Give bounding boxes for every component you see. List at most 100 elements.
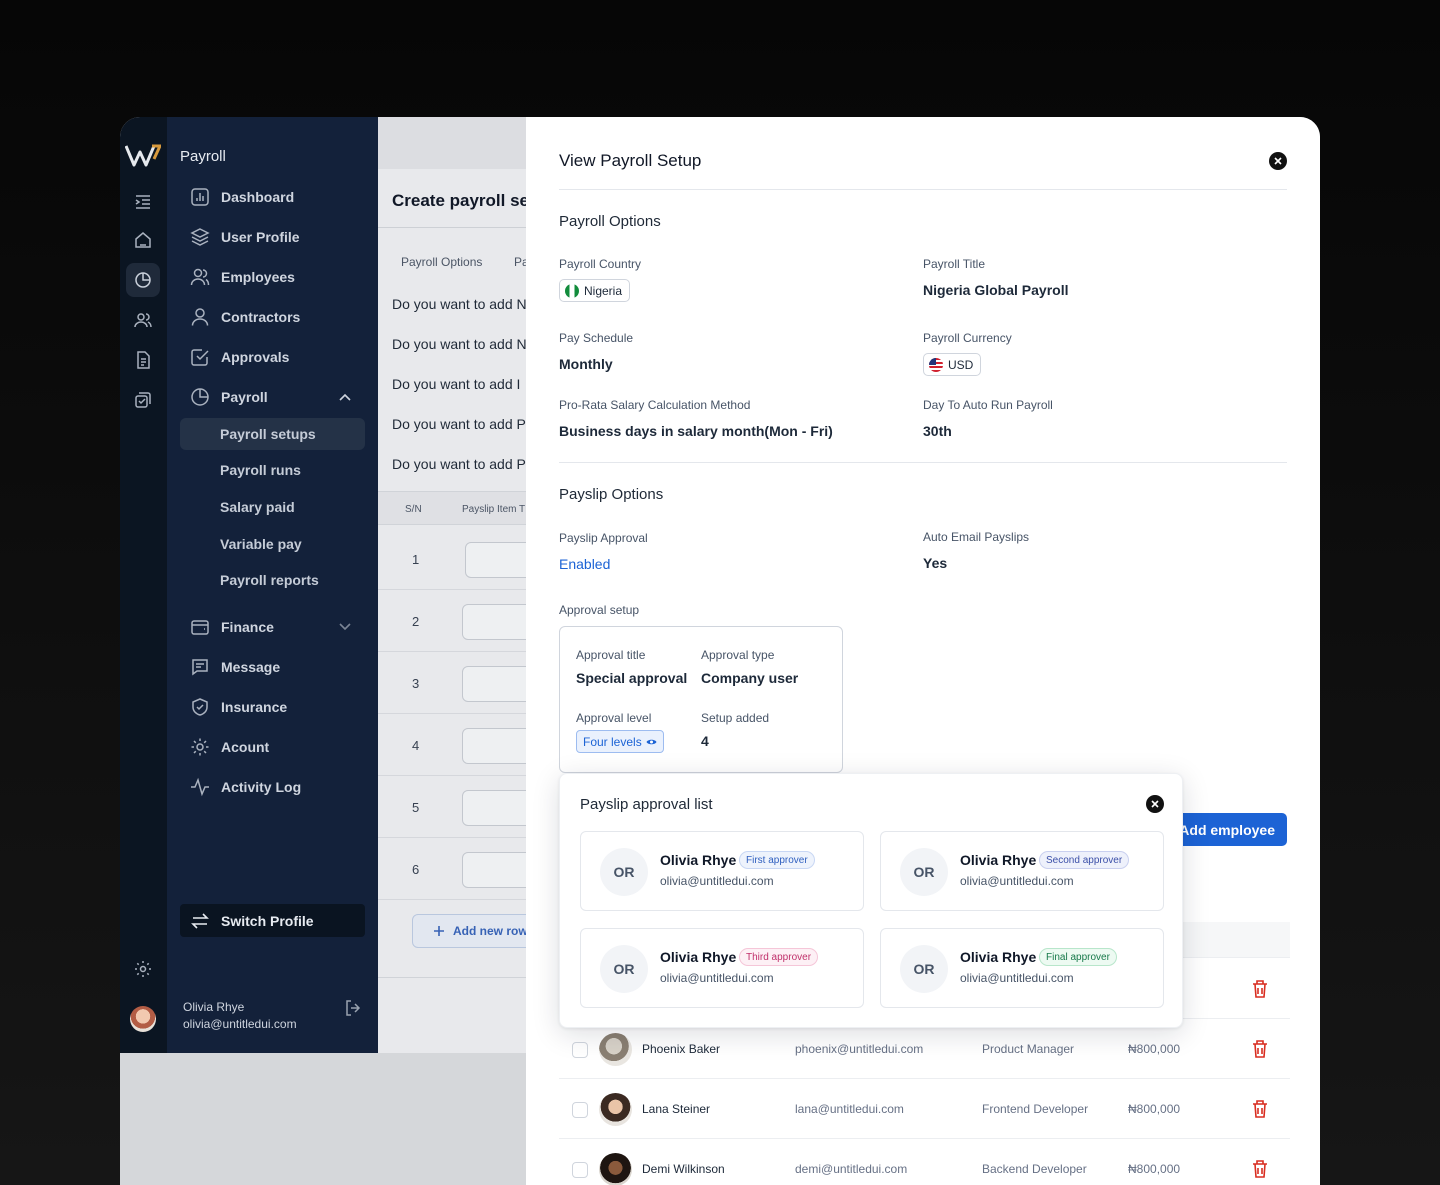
employee-email: lana@untitledui.com xyxy=(795,1102,904,1116)
sidebar-item-user-profile[interactable]: User Profile xyxy=(180,221,365,253)
switch-profile-button[interactable]: Switch Profile xyxy=(180,904,365,937)
chevron-up-icon[interactable] xyxy=(335,393,355,401)
document-icon[interactable] xyxy=(131,348,155,372)
close-modal-button[interactable] xyxy=(1269,152,1287,170)
row-input[interactable] xyxy=(465,542,526,578)
sidebar-subitem-variable-pay[interactable]: Variable pay xyxy=(180,528,365,560)
table-row: 3 xyxy=(378,652,526,714)
us-flag-icon xyxy=(929,357,943,372)
users-icon xyxy=(190,268,210,286)
sidebar-item-insurance[interactable]: Insurance xyxy=(180,691,365,723)
sidebar: Payroll Dashboard User Profile Employees… xyxy=(167,117,378,1053)
approver-email: olivia@untitledui.com xyxy=(660,874,774,888)
question-text: Do you want to add I xyxy=(392,376,521,392)
user-icon xyxy=(191,308,209,326)
menu-icon[interactable] xyxy=(131,190,155,214)
employee-salary: ₦800,000 xyxy=(1128,1162,1181,1176)
layers-icon xyxy=(190,228,210,246)
sidebar-item-activity-log[interactable]: Activity Log xyxy=(180,771,365,803)
approval-setup-card: Approval title Special approval Approval… xyxy=(559,626,843,773)
message-icon xyxy=(192,659,208,676)
sidebar-item-label: User Profile xyxy=(221,229,300,245)
eye-icon xyxy=(646,739,657,744)
approval-level-badge[interactable]: Four levels xyxy=(576,730,664,753)
approver-email: olivia@untitledui.com xyxy=(960,971,1074,985)
tab-payroll-options[interactable]: Payroll Options xyxy=(401,255,482,269)
trash-icon[interactable] xyxy=(1252,1160,1268,1183)
sidebar-item-finance[interactable]: Finance xyxy=(180,611,365,643)
payroll-title-value: Nigeria Global Payroll xyxy=(923,282,1069,298)
add-row-button[interactable]: Add new row xyxy=(412,914,526,948)
payslip-approval-value: Enabled xyxy=(559,556,611,572)
trash-icon[interactable] xyxy=(1252,1100,1268,1123)
sidebar-item-approvals[interactable]: Approvals xyxy=(180,341,365,373)
sidebar-subitem-payroll-runs[interactable]: Payroll runs xyxy=(180,454,365,486)
currency-chip: USD xyxy=(923,353,982,376)
payroll-title-label: Payroll Title xyxy=(923,257,986,271)
row-checkbox[interactable] xyxy=(572,1162,588,1178)
sidebar-title: Payroll xyxy=(180,148,226,165)
chevron-down-icon[interactable] xyxy=(335,623,355,631)
pie-chart-icon xyxy=(191,388,209,406)
logout-icon[interactable] xyxy=(344,999,362,1022)
trash-icon[interactable] xyxy=(1252,1040,1268,1063)
column-header: Payslip Item T xyxy=(462,504,526,515)
home-icon[interactable] xyxy=(131,228,155,252)
payslip-approval-label: Payslip Approval xyxy=(559,531,648,545)
table-header: S/N Payslip Item T xyxy=(378,491,526,525)
sidebar-item-message[interactable]: Message xyxy=(180,651,365,683)
question-text: Do you want to add P xyxy=(392,416,526,432)
question-text: Do you want to add N xyxy=(392,296,526,312)
sidebar-item-label: Dashboard xyxy=(221,189,295,205)
sidebar-item-account[interactable]: Acount xyxy=(180,731,365,763)
switch-icon xyxy=(191,912,209,929)
row-checkbox[interactable] xyxy=(572,1042,588,1058)
divider xyxy=(378,977,526,978)
tab-payslip[interactable]: Pa xyxy=(514,255,526,269)
sidebar-item-label: Insurance xyxy=(221,699,288,715)
row-input[interactable] xyxy=(462,852,526,888)
avatar: OR xyxy=(600,848,648,896)
row-input[interactable] xyxy=(462,604,526,640)
settings-icon[interactable] xyxy=(131,957,155,981)
employee-role: Frontend Developer xyxy=(982,1102,1089,1116)
row-checkbox[interactable] xyxy=(572,1102,588,1118)
employee-role: Backend Developer xyxy=(982,1162,1087,1176)
sidebar-item-contractors[interactable]: Contractors xyxy=(180,301,365,333)
pay-schedule-label: Pay Schedule xyxy=(559,331,634,345)
payroll-rail-icon[interactable] xyxy=(126,263,160,297)
add-employee-button[interactable]: Add employee xyxy=(1166,813,1287,846)
approver-badge: Second approver xyxy=(1039,851,1130,869)
sidebar-item-dashboard[interactable]: Dashboard xyxy=(180,181,365,213)
trash-icon[interactable] xyxy=(1252,980,1268,1003)
payroll-country-label: Payroll Country xyxy=(559,257,642,271)
country-value: Nigeria xyxy=(584,283,623,298)
background-header xyxy=(378,117,526,169)
close-popup-button[interactable] xyxy=(1146,795,1164,813)
row-input[interactable] xyxy=(462,790,526,826)
sidebar-item-employees[interactable]: Employees xyxy=(180,261,365,293)
row-input[interactable] xyxy=(462,666,526,702)
approval-title-label: Approval title xyxy=(576,648,646,662)
check-square-icon xyxy=(191,349,209,366)
sidebar-subitem-payroll-reports[interactable]: Payroll reports xyxy=(180,564,365,596)
tasks-icon[interactable] xyxy=(131,388,155,412)
employee-name: Phoenix Baker xyxy=(642,1042,721,1056)
sidebar-item-payroll[interactable]: Payroll xyxy=(180,381,365,413)
approval-type-label: Approval type xyxy=(701,648,775,662)
employee-role: Product Manager xyxy=(982,1042,1075,1056)
prorata-label: Pro-Rata Salary Calculation Method xyxy=(559,398,751,412)
users-icon[interactable] xyxy=(131,308,155,332)
country-chip: Nigeria xyxy=(559,279,631,302)
divider xyxy=(559,462,1287,463)
approver-email: olivia@untitledui.com xyxy=(960,874,1074,888)
sidebar-subitem-payroll-setups[interactable]: Payroll setups xyxy=(180,418,365,450)
approver-card: OR Olivia Rhye Third approver olivia@unt… xyxy=(580,928,864,1008)
setup-added-value: 4 xyxy=(701,733,709,749)
overlay-area xyxy=(120,1053,526,1185)
sidebar-item-label: Contractors xyxy=(221,309,301,325)
sidebar-subitem-salary-paid[interactable]: Salary paid xyxy=(180,491,365,523)
approval-level-label: Approval level xyxy=(576,711,652,725)
row-input[interactable] xyxy=(462,728,526,764)
avatar[interactable] xyxy=(130,1006,156,1032)
